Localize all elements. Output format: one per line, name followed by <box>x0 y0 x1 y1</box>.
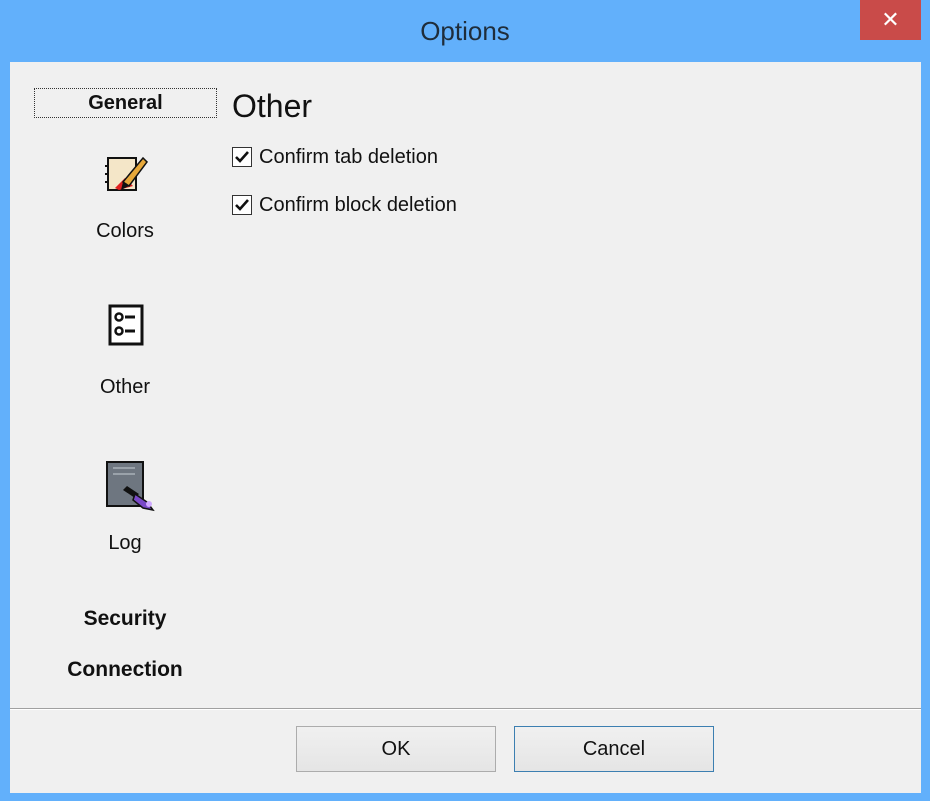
checkbox-box[interactable] <box>232 147 252 167</box>
log-document-icon <box>105 460 157 517</box>
dialog-client-area: General Colors Other Log Security Connec… <box>10 62 921 793</box>
cancel-button[interactable]: Cancel <box>514 726 714 772</box>
nav-item-label: Security <box>83 607 167 630</box>
footer-separator <box>10 708 921 710</box>
nav-item-colors[interactable]: Colors <box>50 152 200 247</box>
title-bar[interactable]: Options ✕ <box>0 0 930 62</box>
palette-icon <box>105 152 149 201</box>
checkbox-box[interactable] <box>232 195 252 215</box>
confirm-tab-deletion-checkbox[interactable]: Confirm tab deletion <box>232 144 438 170</box>
close-button[interactable]: ✕ <box>860 0 921 40</box>
window-title: Options <box>420 16 510 46</box>
confirm-block-deletion-checkbox[interactable]: Confirm block deletion <box>232 192 457 218</box>
nav-item-label: Other <box>99 376 151 398</box>
nav-item-label: General <box>88 92 163 114</box>
checkbox-label: Confirm block deletion <box>259 193 457 216</box>
nav-item-label: Log <box>108 532 142 554</box>
options-dialog: Options ✕ General Colors Other Log Secur… <box>0 0 930 801</box>
ok-button[interactable]: OK <box>296 726 496 772</box>
section-title: Other <box>232 88 313 124</box>
nav-item-general[interactable]: General <box>34 88 217 118</box>
nav-item-connection[interactable]: Connection <box>50 658 200 682</box>
checkbox-label: Confirm tab deletion <box>259 145 438 168</box>
list-icon <box>108 304 144 351</box>
nav-item-label: Colors <box>96 220 154 242</box>
nav-item-log[interactable]: Log <box>50 460 200 560</box>
checkmark-icon <box>235 151 249 163</box>
nav-item-label: Connection <box>67 658 183 681</box>
nav-item-other[interactable]: Other <box>50 304 200 399</box>
nav-item-security[interactable]: Security <box>50 607 200 631</box>
checkmark-icon <box>235 199 249 211</box>
